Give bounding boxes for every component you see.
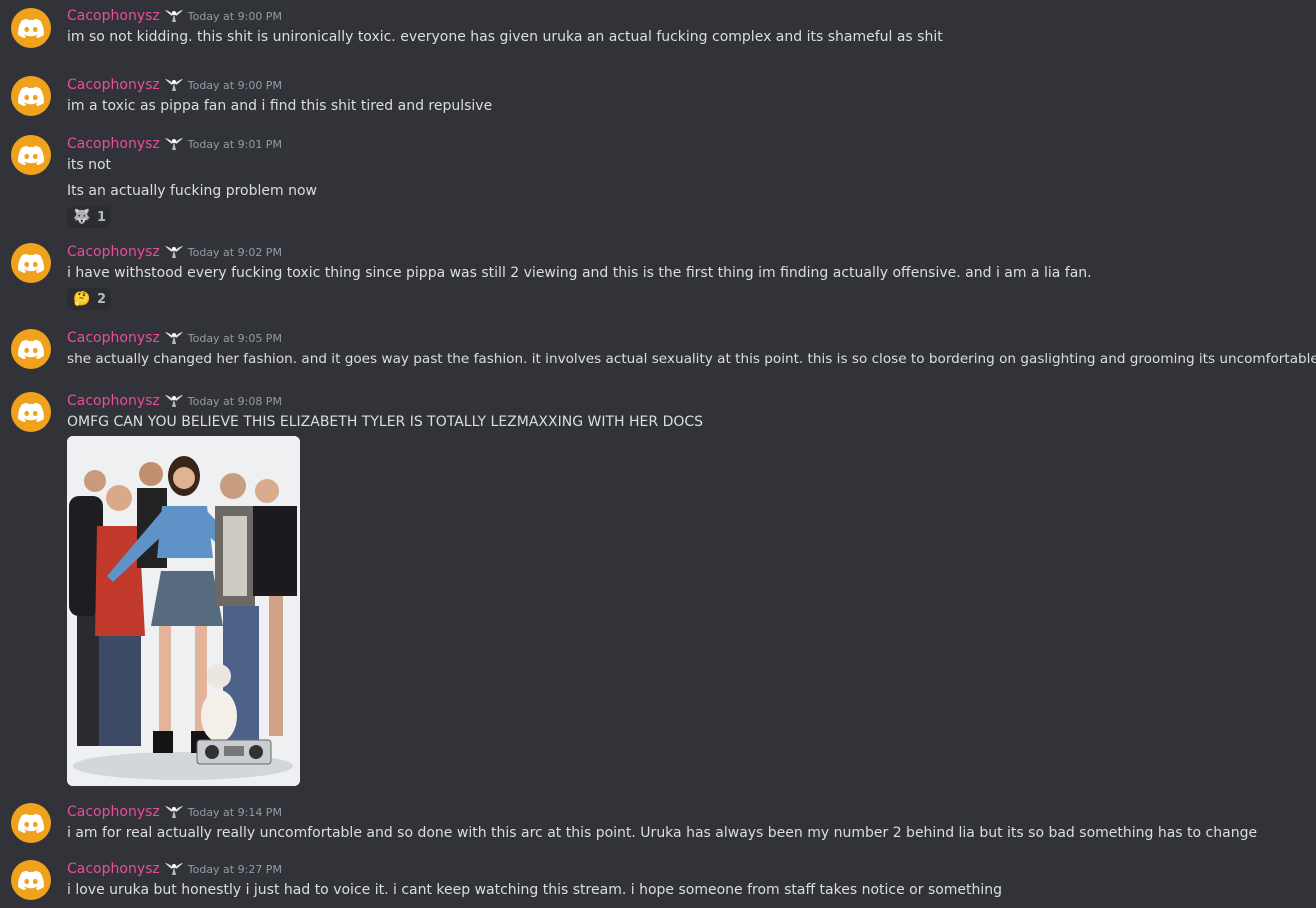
discord-logo-icon [18,86,44,106]
reaction-count: 2 [97,291,107,307]
image-attachment[interactable] [67,436,300,786]
avatar[interactable] [11,76,51,116]
username[interactable]: Cacophonysz [67,330,160,346]
discord-logo-icon [18,145,44,165]
username[interactable]: Cacophonysz [67,136,160,152]
avatar[interactable] [11,392,51,432]
message-header: Cacophonysz Today at 9:00 PM [67,75,282,95]
message-text: i have withstood every fucking toxic thi… [67,265,1092,281]
reaction-count: 1 [97,209,107,225]
discord-logo-icon [18,18,44,38]
winged-tag-icon [165,78,183,92]
username[interactable]: Cacophonysz [67,77,160,93]
message-header: Cacophonysz Today at 9:02 PM [67,242,282,262]
message-header: Cacophonysz Today at 9:27 PM [67,859,282,879]
winged-tag-icon [165,331,183,345]
username[interactable]: Cacophonysz [67,8,160,24]
timestamp[interactable]: Today at 9:02 PM [188,246,282,259]
avatar[interactable] [11,803,51,843]
discord-logo-icon [18,813,44,833]
message-text: i am for real actually really uncomforta… [67,825,1258,841]
message-header: Cacophonysz Today at 9:14 PM [67,802,282,822]
message-header: Cacophonysz Today at 9:01 PM [67,134,282,154]
message-text: Its an actually fucking problem now [67,183,317,199]
timestamp[interactable]: Today at 9:00 PM [188,79,282,92]
timestamp[interactable]: Today at 9:14 PM [188,806,282,819]
winged-tag-icon [165,137,183,151]
winged-tag-icon [165,862,183,876]
wolf-emoji-icon: 🐺 [73,209,91,225]
discord-logo-icon [18,253,44,273]
message-text: she actually changed her fashion. and it… [67,351,1316,367]
group-photo-image [67,436,300,786]
username[interactable]: Cacophonysz [67,244,160,260]
winged-tag-icon [165,394,183,408]
discord-logo-icon [18,402,44,422]
message-header: Cacophonysz Today at 9:00 PM [67,6,282,26]
message-header: Cacophonysz Today at 9:08 PM [67,391,282,411]
thinking-face-emoji-icon: 🤔 [73,291,91,307]
winged-tag-icon [165,9,183,23]
avatar[interactable] [11,243,51,283]
message-text: i love uruka but honestly i just had to … [67,882,1003,898]
avatar[interactable] [11,8,51,48]
username[interactable]: Cacophonysz [67,393,160,409]
avatar[interactable] [11,860,51,900]
timestamp[interactable]: Today at 9:08 PM [188,395,282,408]
winged-tag-icon [165,805,183,819]
avatar[interactable] [11,329,51,369]
winged-tag-icon [165,245,183,259]
message-text: its not [67,157,112,173]
discord-logo-icon [18,339,44,359]
message-text: im a toxic as pippa fan and i find this … [67,98,493,114]
timestamp[interactable]: Today at 9:27 PM [188,863,282,876]
timestamp[interactable]: Today at 9:00 PM [188,10,282,23]
avatar[interactable] [11,135,51,175]
timestamp[interactable]: Today at 9:05 PM [188,332,282,345]
username[interactable]: Cacophonysz [67,804,160,820]
timestamp[interactable]: Today at 9:01 PM [188,138,282,151]
username[interactable]: Cacophonysz [67,861,160,877]
message-text: im so not kidding. this shit is unironic… [67,29,943,45]
message-text: OMFG CAN YOU BELIEVE THIS ELIZABETH TYLE… [67,414,704,430]
reaction-button[interactable]: 🐺 1 [67,206,111,228]
discord-logo-icon [18,870,44,890]
reaction-button[interactable]: 🤔 2 [67,288,111,310]
message-header: Cacophonysz Today at 9:05 PM [67,328,282,348]
